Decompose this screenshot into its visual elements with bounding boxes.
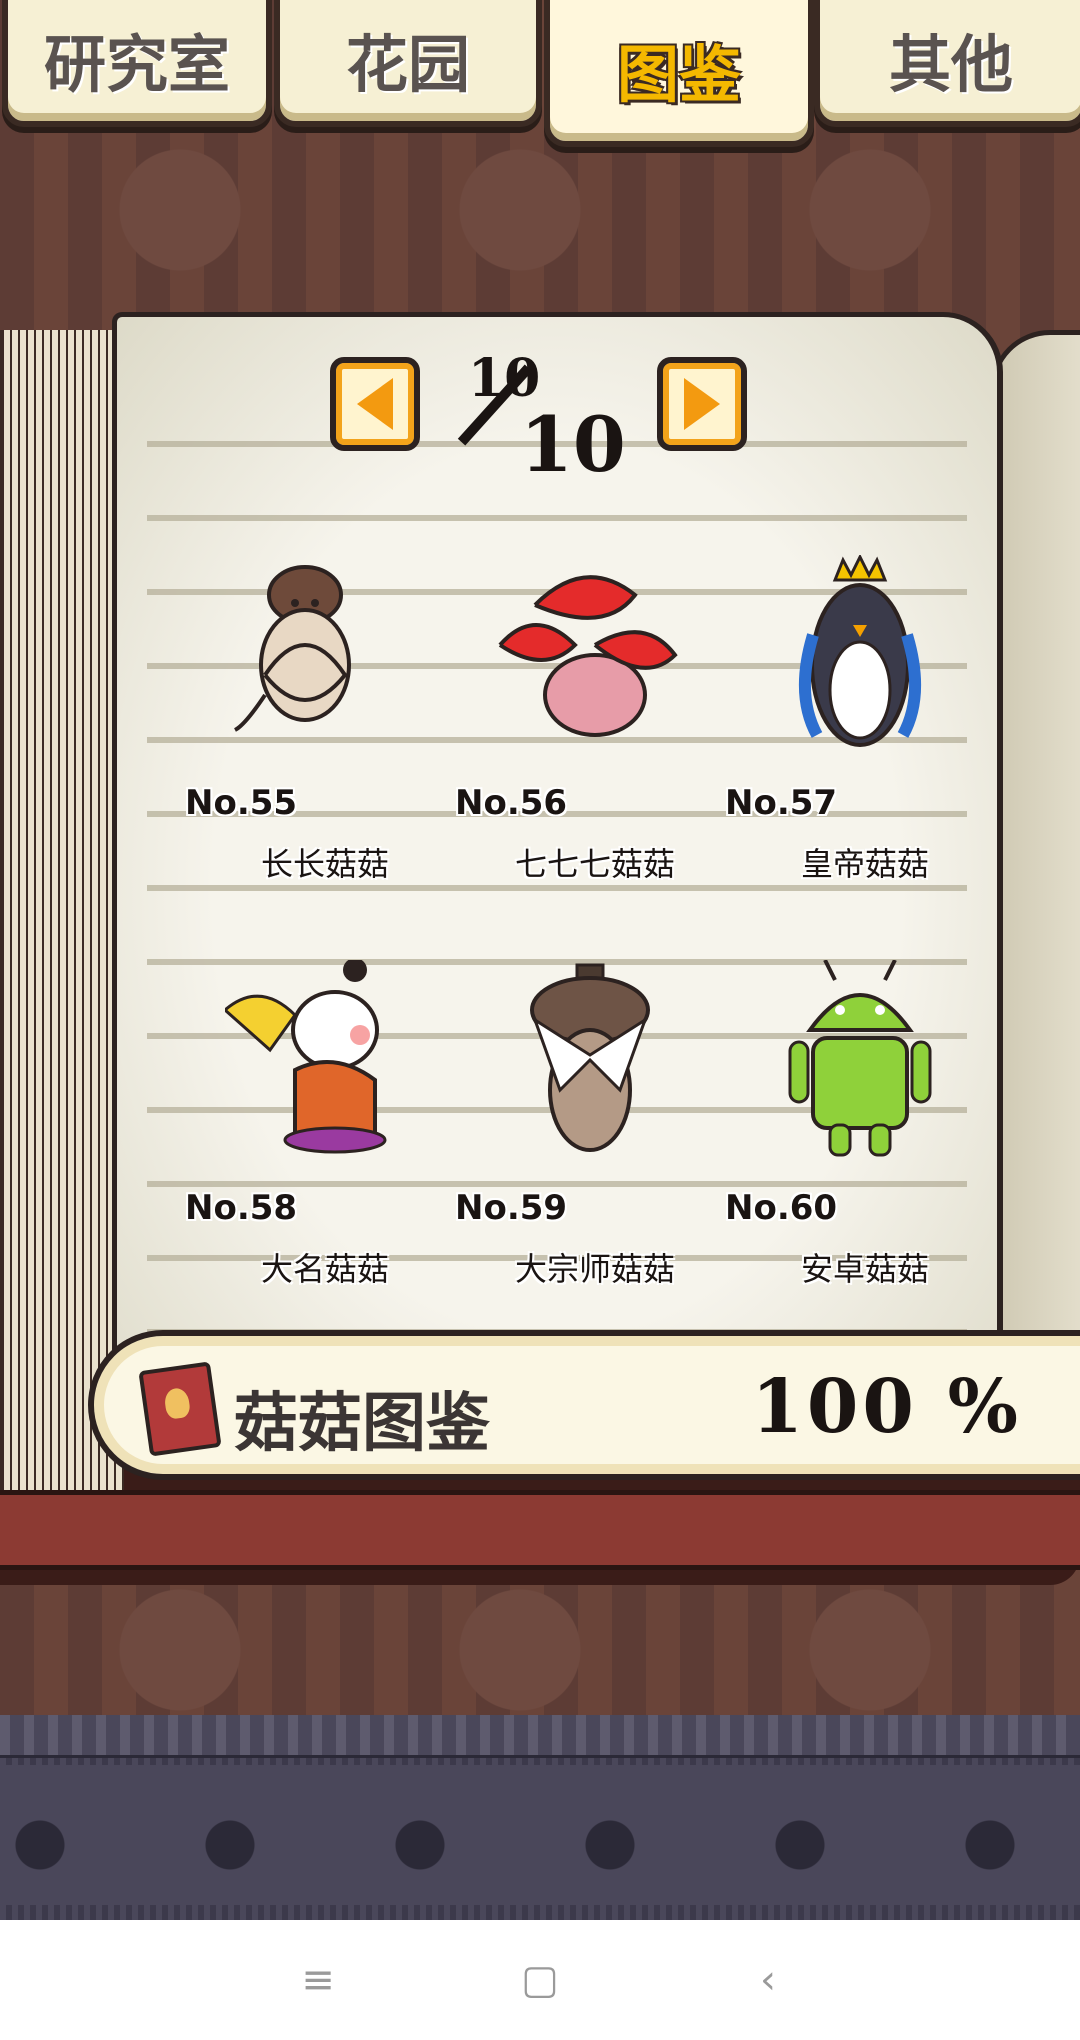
book-page-stack [0,330,124,1490]
prev-page-button[interactable] [330,357,420,451]
android-mushroom-icon [788,960,932,1157]
entry-55[interactable]: No.55 长长菇菇 [185,555,455,895]
entry-number: No.55 [185,783,298,823]
entry-60[interactable]: No.60 安卓菇菇 [725,960,995,1300]
entry-number: No.60 [725,1188,838,1228]
tab-encyclopedia[interactable]: 图鉴 [544,0,814,147]
entry-name: 皇帝菇菇 [800,845,929,883]
arrow-right-icon [684,378,720,430]
percent-sign: % [947,1364,1022,1450]
entry-57[interactable]: No.57 皇帝菇菇 [725,555,995,895]
next-page-button[interactable] [657,357,747,451]
entry-number: No.58 [185,1188,298,1228]
entry-name: 七七七菇菇 [514,845,675,883]
book-right-page [990,330,1080,1360]
red-triple-mushroom-icon [498,575,678,737]
back-icon[interactable]: ‹ [733,1950,803,2010]
entry-number: No.56 [455,783,568,823]
collection-label: 菇菇图鉴 [234,1387,490,1461]
grandmaster-mushroom-icon [530,963,650,1152]
tab-lab[interactable]: 研究室 [2,0,272,127]
long-mushroom-icon [233,565,351,732]
home-icon[interactable]: ▢ [505,1950,575,2010]
entry-59[interactable]: No.59 大宗师菇菇 [455,960,725,1300]
emperor-penguin-mushroom-icon [798,555,922,747]
collection-percent: 100 % [751,1364,1022,1450]
entry-number: No.59 [455,1188,568,1228]
book-spine-band [0,1490,1080,1570]
entry-58[interactable]: No.58 大名菇菇 [185,960,455,1300]
bottom-decor-band [0,1715,1080,1920]
daimyo-mushroom-icon [225,960,387,1154]
entry-name: 大宗师菇菇 [514,1250,675,1288]
tab-garden[interactable]: 花园 [274,0,542,127]
arrow-left-icon [357,378,393,430]
tab-other[interactable]: 其他 [814,0,1080,127]
book-icon [138,1361,222,1457]
page-total: 10 [520,400,626,489]
entry-number: No.57 [725,783,838,823]
entry-name: 长长菇菇 [260,845,389,883]
menu-icon[interactable]: ≡ [283,1950,353,2010]
entry-name: 安卓菇菇 [800,1250,929,1288]
system-nav-bar: ≡ ▢ ‹ [0,1920,1080,2040]
entry-56[interactable]: No.56 七七七菇菇 [455,555,725,895]
jellyfish-pattern [0,1765,1080,1905]
collection-progress-bar: 菇菇图鉴 100 % [88,1330,1080,1480]
entry-name: 大名菇菇 [260,1250,389,1288]
decor-stripe [0,1715,1080,1758]
percent-value: 100 [751,1364,918,1450]
